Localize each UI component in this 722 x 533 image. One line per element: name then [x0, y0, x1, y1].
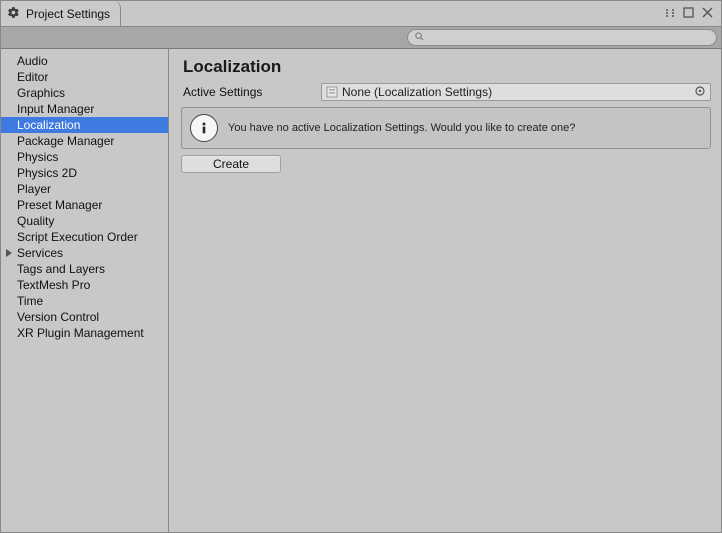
sidebar-item-graphics[interactable]: Graphics	[1, 85, 168, 101]
sidebar-item-label: Input Manager	[17, 102, 94, 116]
sidebar-item-services[interactable]: Services	[1, 245, 168, 261]
sidebar-item-textmesh-pro[interactable]: TextMesh Pro	[1, 277, 168, 293]
sidebar-item-localization[interactable]: Localization	[1, 117, 168, 133]
sidebar-item-label: Graphics	[17, 86, 65, 100]
maximize-icon[interactable]	[683, 5, 694, 23]
sidebar-item-label: Audio	[17, 54, 48, 68]
window-controls	[657, 1, 721, 26]
create-button[interactable]: Create	[181, 155, 281, 173]
sidebar-item-audio[interactable]: Audio	[1, 53, 168, 69]
sidebar-item-version-control[interactable]: Version Control	[1, 309, 168, 325]
sidebar-item-physics-2d[interactable]: Physics 2D	[1, 165, 168, 181]
toolbar	[1, 27, 721, 49]
active-settings-field[interactable]: None (Localization Settings)	[321, 83, 711, 101]
search-input[interactable]	[429, 32, 710, 44]
content-panel: Localization Active Settings None (Local…	[169, 49, 721, 532]
active-settings-label: Active Settings	[181, 85, 313, 99]
sidebar-item-physics[interactable]: Physics	[1, 149, 168, 165]
sidebar-item-label: Localization	[17, 118, 80, 132]
sidebar-item-label: Package Manager	[17, 134, 114, 148]
titlebar: Project Settings	[1, 1, 721, 27]
sidebar-item-input-manager[interactable]: Input Manager	[1, 101, 168, 117]
active-settings-value: None (Localization Settings)	[342, 85, 492, 99]
active-settings-row: Active Settings None (Localization Setti…	[181, 83, 711, 101]
create-button-label: Create	[213, 157, 249, 171]
sidebar-item-script-execution-order[interactable]: Script Execution Order	[1, 229, 168, 245]
sidebar: Audio Editor Graphics Input Manager Localiza…	[1, 49, 169, 532]
panel-title: Localization	[183, 57, 711, 77]
sidebar-item-label: Services	[17, 246, 63, 260]
window-tab[interactable]: Project Settings	[1, 1, 121, 26]
chevron-right-icon[interactable]	[5, 246, 13, 260]
sidebar-item-quality[interactable]: Quality	[1, 213, 168, 229]
sidebar-item-label: Editor	[17, 70, 48, 84]
sidebar-item-label: Tags and Layers	[17, 262, 105, 276]
sidebar-item-label: Player	[17, 182, 51, 196]
asset-icon	[326, 86, 338, 98]
sidebar-item-label: TextMesh Pro	[17, 278, 90, 292]
sidebar-item-label: Preset Manager	[17, 198, 102, 212]
sidebar-item-package-manager[interactable]: Package Manager	[1, 133, 168, 149]
search-icon	[414, 29, 425, 47]
sidebar-item-label: Physics 2D	[17, 166, 77, 180]
titlebar-spacer	[121, 1, 657, 26]
window-title: Project Settings	[26, 7, 110, 21]
sidebar-item-label: Version Control	[17, 310, 99, 324]
sidebar-item-label: XR Plugin Management	[17, 326, 144, 340]
sidebar-item-preset-manager[interactable]: Preset Manager	[1, 197, 168, 213]
body: Audio Editor Graphics Input Manager Localiza…	[1, 49, 721, 532]
sidebar-item-editor[interactable]: Editor	[1, 69, 168, 85]
gear-icon	[7, 6, 22, 22]
help-text: You have no active Localization Settings…	[228, 122, 575, 134]
search-field[interactable]	[407, 29, 717, 46]
info-icon	[190, 114, 218, 142]
sidebar-item-time[interactable]: Time	[1, 293, 168, 309]
close-icon[interactable]	[702, 5, 713, 23]
sidebar-item-xr-plugin-management[interactable]: XR Plugin Management	[1, 325, 168, 341]
object-picker-icon[interactable]	[694, 85, 706, 100]
sidebar-item-label: Script Execution Order	[17, 230, 138, 244]
sidebar-item-label: Quality	[17, 214, 54, 228]
sidebar-item-label: Time	[17, 294, 43, 308]
context-menu-icon[interactable]	[665, 5, 675, 23]
sidebar-item-label: Physics	[17, 150, 58, 164]
sidebar-item-tags-and-layers[interactable]: Tags and Layers	[1, 261, 168, 277]
project-settings-window: Project Settings Audio Editor Graphics Inpu…	[0, 0, 722, 533]
sidebar-item-player[interactable]: Player	[1, 181, 168, 197]
help-box: You have no active Localization Settings…	[181, 107, 711, 149]
